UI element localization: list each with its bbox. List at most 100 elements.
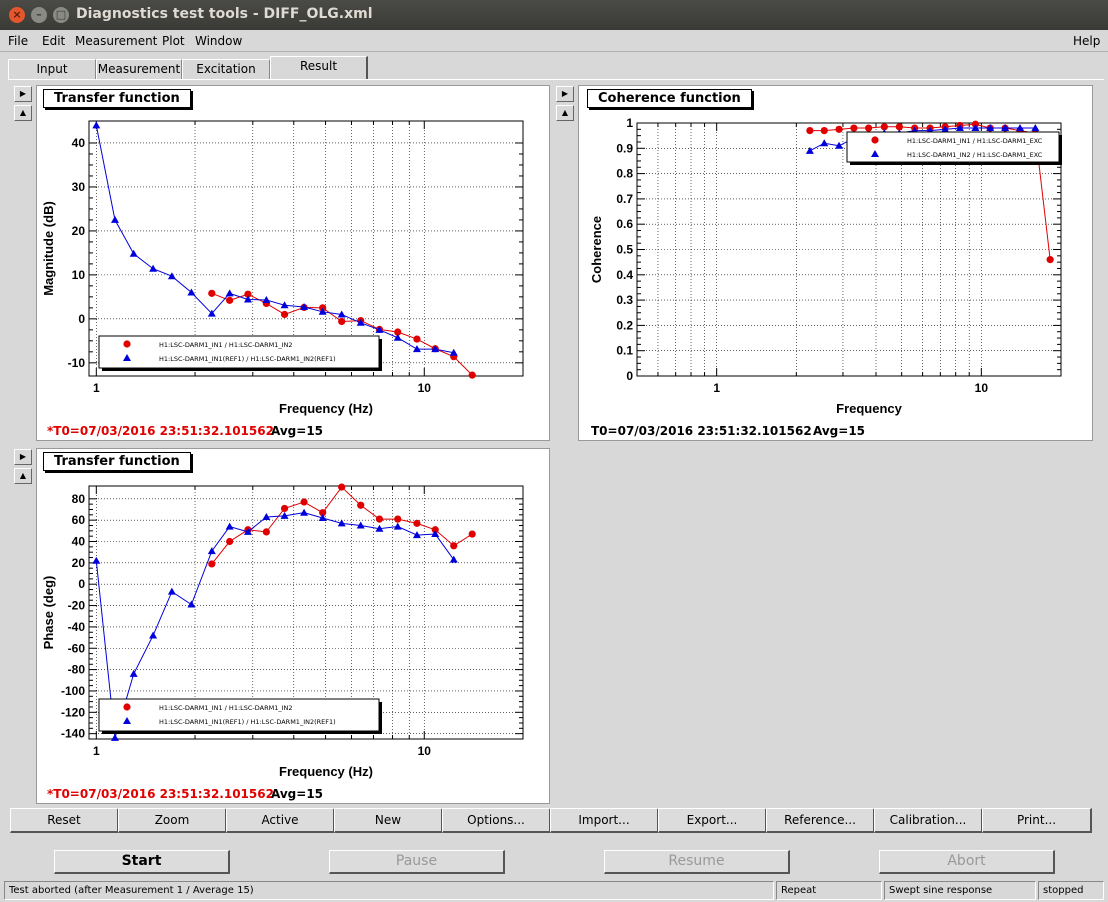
plot-button-bar: Reset Zoom Active New Options... Import.… [10,808,1094,834]
legend-entry: H1:LSC-DARM1_IN1 / H1:LSC-DARM1_IN2 [159,341,293,349]
pad-raise-arrow-icon[interactable]: ▲ [14,105,32,121]
y-axis-label: Coherence [589,216,604,283]
menu-measurement[interactable]: Measurement [75,34,157,48]
tab-excitation[interactable]: Excitation [182,59,270,80]
y-axis-label: Magnitude (dB) [41,201,56,296]
calibration-button[interactable]: Calibration... [874,808,983,833]
t0-label: *T0=07/03/2016 23:51:32.101562 [47,787,274,801]
data-point [394,515,402,523]
data-point [357,501,365,509]
y-tick-label: 0.5 [616,243,633,257]
x-tick-label: 10 [975,381,989,395]
x-tick-label: 1 [93,381,100,395]
menu-edit[interactable]: Edit [42,34,65,48]
tab-measurement[interactable]: Measurement [96,59,182,80]
y-tick-label: -60 [68,641,86,655]
data-point [413,335,421,343]
data-point [280,504,289,513]
legend-marker [871,136,879,144]
y-tick-label: 0.3 [616,293,633,307]
y-tick-label: 0.2 [616,318,633,332]
data-point [806,126,814,135]
tab-input[interactable]: Input [8,59,96,80]
y-tick-label: 10 [72,268,86,282]
pad-select-arrow-icon[interactable]: ▶ [556,86,574,102]
legend-marker [123,703,131,711]
y-tick-label: 0.6 [616,217,633,231]
data-point [262,528,270,536]
y-tick-label: 1 [626,116,633,130]
y-tick-label: 0.4 [616,268,633,282]
pad-select-arrow-icon[interactable]: ▶ [14,449,32,465]
data-point [450,542,458,550]
data-point [338,317,346,326]
y-tick-label: -20 [68,599,86,613]
data-point [468,371,476,379]
y-tick-label: -140 [61,727,85,741]
pause-button[interactable]: Pause [329,850,505,874]
start-button[interactable]: Start [54,850,230,874]
window-title: Diagnostics test tools - DIFF_OLG.xml [76,6,373,22]
avg-label: Avg=15 [813,424,866,438]
data-point [864,124,873,132]
resume-button[interactable]: Resume [604,850,790,874]
y-tick-label: -100 [61,684,85,698]
menu-file[interactable]: File [8,34,28,48]
legend-entry: H1:LSC-DARM1_IN1(REF1) / H1:LSC-DARM1_IN… [159,355,336,363]
plot-pad-magnitude[interactable]: -10 0 10 20 30 40 1 10 Frequency (Hz) Magnitude (… [36,85,550,441]
data-point [226,537,234,546]
reset-button[interactable]: Reset [10,808,119,833]
data-point [300,498,308,506]
y-tick-label: 60 [72,513,86,527]
y-axis-label: Phase (deg) [41,576,56,650]
new-button[interactable]: New [334,808,443,833]
avg-label: Avg=15 [271,787,324,801]
t0-label: T0=07/03/2016 23:51:32.101562 [591,424,812,438]
x-axis-label: Frequency [836,401,903,416]
pad-raise-arrow-icon[interactable]: ▲ [556,105,574,121]
status-message: Test aborted (after Measurement 1 / Aver… [4,881,774,900]
abort-button[interactable]: Abort [879,850,1055,874]
magnitude-plot: -10 0 10 20 30 40 1 10 Frequency (Hz) Magnitude (… [41,120,524,416]
options-button[interactable]: Options... [442,808,551,833]
data-point [208,289,216,297]
y-tick-label: -40 [68,620,86,634]
menu-window[interactable]: Window [195,34,242,48]
import-button[interactable]: Import... [550,808,659,833]
data-point [226,296,234,304]
y-tick-label: 20 [72,224,86,238]
y-tick-label: -80 [68,663,86,677]
plot-pad-coherence[interactable]: 0 0.1 0.2 0.3 0.4 0.5 0.6 0.7 0.8 0.9 1 1 10 Frequenc… [578,85,1093,441]
y-tick-label: 0.9 [616,141,633,155]
maximize-icon[interactable]: □ [53,7,69,23]
legend-entry: H1:LSC-DARM1_IN1 / H1:LSC-DARM1_EXC [907,137,1043,145]
minimize-icon[interactable]: – [31,7,47,23]
legend-marker [123,340,131,348]
y-tick-label: 0 [78,577,85,591]
zoom-button[interactable]: Zoom [118,808,227,833]
export-button[interactable]: Export... [658,808,767,833]
status-bar: Test aborted (after Measurement 1 / Aver… [0,880,1108,902]
avg-label: Avg=15 [271,424,324,438]
x-tick-label: 1 [713,381,720,395]
menu-help[interactable]: Help [1073,34,1100,48]
tab-result[interactable]: Result [270,56,368,80]
plot-pad-phase[interactable]: -140 -120 -100 -80 -60 -40 -20 0 20 40 60 80 1 10 Freq… [36,448,550,804]
print-button[interactable]: Print... [982,808,1092,833]
legend-entry: H1:LSC-DARM1_IN1 / H1:LSC-DARM1_IN2 [159,704,293,712]
y-tick-label: 30 [72,180,86,194]
coherence-plot: 0 0.1 0.2 0.3 0.4 0.5 0.6 0.7 0.8 0.9 1 1 10 Frequenc… [589,116,1062,416]
tab-divider [8,79,1104,80]
x-axis-label: Frequency (Hz) [279,764,373,779]
status-state: stopped [1038,881,1104,900]
active-button[interactable]: Active [226,808,335,833]
y-tick-label: -120 [61,705,85,719]
pad-select-arrow-icon[interactable]: ▶ [14,86,32,102]
pad-raise-arrow-icon[interactable]: ▲ [14,468,32,484]
x-tick-label: 10 [418,744,432,758]
menu-plot[interactable]: Plot [162,34,185,48]
reference-button[interactable]: Reference... [766,808,875,833]
panel-title: Coherence function [587,89,752,108]
close-icon[interactable]: × [9,7,25,23]
x-tick-label: 10 [418,381,432,395]
